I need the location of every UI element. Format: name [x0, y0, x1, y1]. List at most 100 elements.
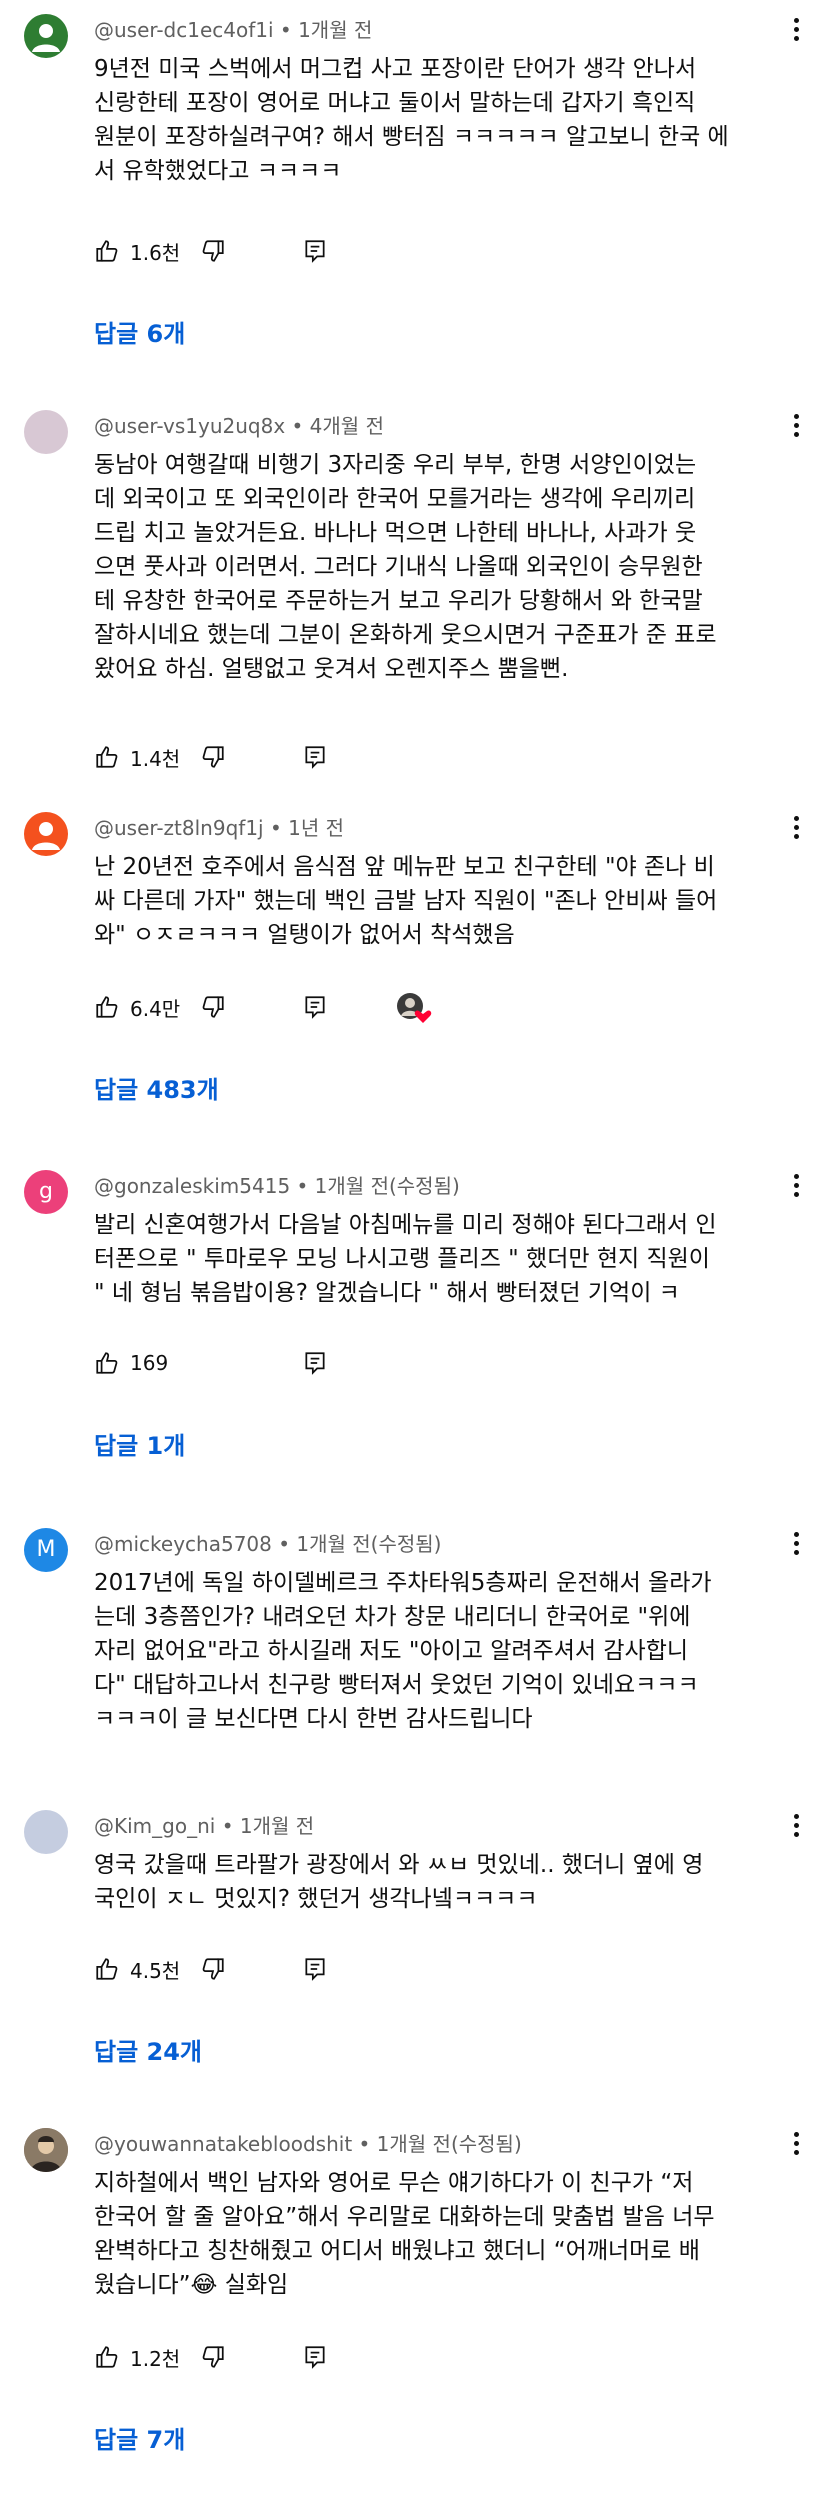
like-button[interactable]: 169 [94, 1346, 168, 1380]
replies-toggle[interactable]: 답글 24개 [94, 2032, 202, 2067]
reply-button[interactable] [302, 234, 328, 268]
comment-meta: @Kim_go_ni • 1개월 전 [94, 1810, 314, 1839]
reply-icon [305, 996, 325, 1019]
author-handle[interactable]: @user-zt8ln9qf1j [94, 816, 264, 840]
thumbs-down-icon [202, 1958, 224, 1980]
comment-meta: @gonzaleskim5415 • 1개월 전(수정됨) [94, 1170, 460, 1199]
comment-actions: 6.4만 [94, 990, 794, 1024]
like-count: 169 [130, 1351, 169, 1375]
avatar[interactable] [24, 1810, 68, 1854]
thumbs-up-icon [96, 2346, 118, 2368]
thumbs-down-icon [202, 746, 224, 768]
comment-meta: @mickeycha5708 • 1개월 전(수정됨) [94, 1528, 441, 1557]
more-vert-icon[interactable] [788, 18, 804, 46]
dislike-button[interactable] [200, 990, 226, 1024]
dislike-button[interactable] [200, 740, 226, 774]
avatar[interactable] [24, 812, 68, 856]
dislike-button[interactable] [200, 234, 226, 268]
timestamp[interactable]: • 1개월 전(수정됨) [297, 1174, 460, 1198]
comment-meta: @user-dc1ec4of1i • 1개월 전 [94, 14, 372, 43]
avatar[interactable]: M [24, 1528, 68, 1572]
author-handle[interactable]: @mickeycha5708 [94, 1532, 272, 1556]
comment-actions: 1.2천 [94, 2340, 794, 2374]
timestamp[interactable]: • 1개월 전 [222, 1814, 314, 1838]
reply-button[interactable] [302, 1952, 328, 1986]
comment-text: 동남아 여행갈때 비행기 3자리중 우리 부부, 한명 서양인이었는 데 외국이… [94, 452, 717, 682]
comment-meta: @user-vs1yu2uq8x • 4개월 전 [94, 410, 384, 439]
like-button[interactable]: 6.4만 [94, 990, 180, 1024]
like-button[interactable]: 1.4천 [94, 740, 180, 774]
comment-actions: 169 [94, 1346, 794, 1380]
like-button[interactable]: 1.2천 [94, 2340, 180, 2374]
thumbs-up-icon [96, 1958, 118, 1980]
more-vert-icon[interactable] [788, 816, 804, 844]
creator-heart[interactable] [394, 990, 434, 1024]
comment-text: 발리 신혼여행가서 다음날 아침메뉴를 미리 정해야 된다그래서 인 터폰으로 … [94, 1212, 717, 1306]
thumbs-up-icon [96, 1352, 118, 1374]
comment-text: 9년전 미국 스벅에서 머그컵 사고 포장이란 단어가 생각 안나서 신랑한테 … [94, 56, 729, 184]
reply-icon [305, 1352, 325, 1375]
reply-button[interactable] [302, 1346, 328, 1380]
comment-text: 영국 갔을때 트라팔가 광장에서 와 ㅆㅂ 멋있네.. 했더니 옆에 영 국인이… [94, 1852, 704, 1912]
comment-text: 2017년에 독일 하이델베르크 주차타워5층짜리 운전해서 올라가 는데 3층… [94, 1570, 712, 1732]
avatar-letter: g [39, 1179, 53, 1204]
creator-heart-avatar-icon [397, 993, 432, 1023]
more-vert-icon[interactable] [788, 1532, 804, 1560]
replies-toggle[interactable]: 답글 7개 [94, 2420, 185, 2455]
author-handle[interactable]: @user-dc1ec4of1i [94, 18, 274, 42]
timestamp[interactable]: • 1개월 전(수정됨) [359, 2132, 522, 2156]
like-count: 1.4천 [130, 746, 181, 771]
timestamp[interactable]: • 4개월 전 [292, 414, 384, 438]
reply-button[interactable] [302, 740, 328, 774]
comment-actions: 4.5천 [94, 1952, 794, 1986]
avatar[interactable] [24, 2128, 68, 2172]
thumbs-down-icon [202, 240, 224, 262]
profile-photo-icon [24, 2128, 68, 2172]
comment-actions: 1.4천 [94, 740, 794, 774]
more-vert-icon[interactable] [788, 1174, 804, 1202]
avatar[interactable]: g [24, 1170, 68, 1214]
replies-toggle[interactable]: 답글 483개 [94, 1070, 219, 1105]
reply-button[interactable] [302, 990, 328, 1024]
comment-meta: @user-zt8ln9qf1j • 1년 전 [94, 812, 344, 841]
like-button[interactable]: 4.5천 [94, 1952, 180, 1986]
comment-meta: @youwannatakebloodshit • 1개월 전(수정됨) [94, 2128, 522, 2157]
thumbs-up-icon [96, 996, 118, 1018]
avatar-letter: M [36, 1537, 56, 1562]
author-handle[interactable]: @Kim_go_ni [94, 1814, 215, 1838]
comment-text: 지하철에서 백인 남자와 영어로 무슨 얘기하다가 이 친구가 “저 한국어 할… [94, 2170, 715, 2298]
reply-button[interactable] [302, 2340, 328, 2374]
avatar[interactable] [24, 410, 68, 454]
comment-actions: 1.6천 [94, 234, 794, 268]
replies-toggle[interactable]: 답글 1개 [94, 1426, 185, 1461]
dislike-button[interactable] [200, 1952, 226, 1986]
more-vert-icon[interactable] [788, 2132, 804, 2160]
thumbs-down-icon [202, 996, 224, 1018]
like-count: 1.6천 [130, 240, 181, 265]
author-handle[interactable]: @youwannatakebloodshit [94, 2132, 352, 2156]
dislike-button[interactable] [200, 2340, 226, 2374]
reply-icon [305, 1958, 325, 1981]
more-vert-icon[interactable] [788, 1814, 804, 1842]
like-count: 4.5천 [130, 1958, 181, 1983]
more-vert-icon[interactable] [788, 414, 804, 442]
timestamp[interactable]: • 1년 전 [270, 816, 344, 840]
timestamp[interactable]: • 1개월 전(수정됨) [278, 1532, 441, 1556]
user-silhouette-icon [32, 24, 60, 52]
user-silhouette-icon [32, 822, 60, 850]
reply-icon [305, 240, 325, 263]
thumbs-up-icon [96, 746, 118, 768]
comment-text: 난 20년전 호주에서 음식점 앞 메뉴판 보고 친구한테 "야 존나 비 싸 … [94, 854, 718, 948]
thumbs-down-icon [202, 2346, 224, 2368]
author-handle[interactable]: @user-vs1yu2uq8x [94, 414, 285, 438]
thumbs-up-icon [96, 240, 118, 262]
like-count: 6.4만 [130, 996, 181, 1021]
replies-toggle[interactable]: 답글 6개 [94, 314, 185, 349]
timestamp[interactable]: • 1개월 전 [280, 18, 372, 42]
author-handle[interactable]: @gonzaleskim5415 [94, 1174, 290, 1198]
like-button[interactable]: 1.6천 [94, 234, 180, 268]
avatar[interactable] [24, 14, 68, 58]
reply-icon [305, 746, 325, 769]
like-count: 1.2천 [130, 2346, 181, 2371]
reply-icon [305, 2346, 325, 2369]
